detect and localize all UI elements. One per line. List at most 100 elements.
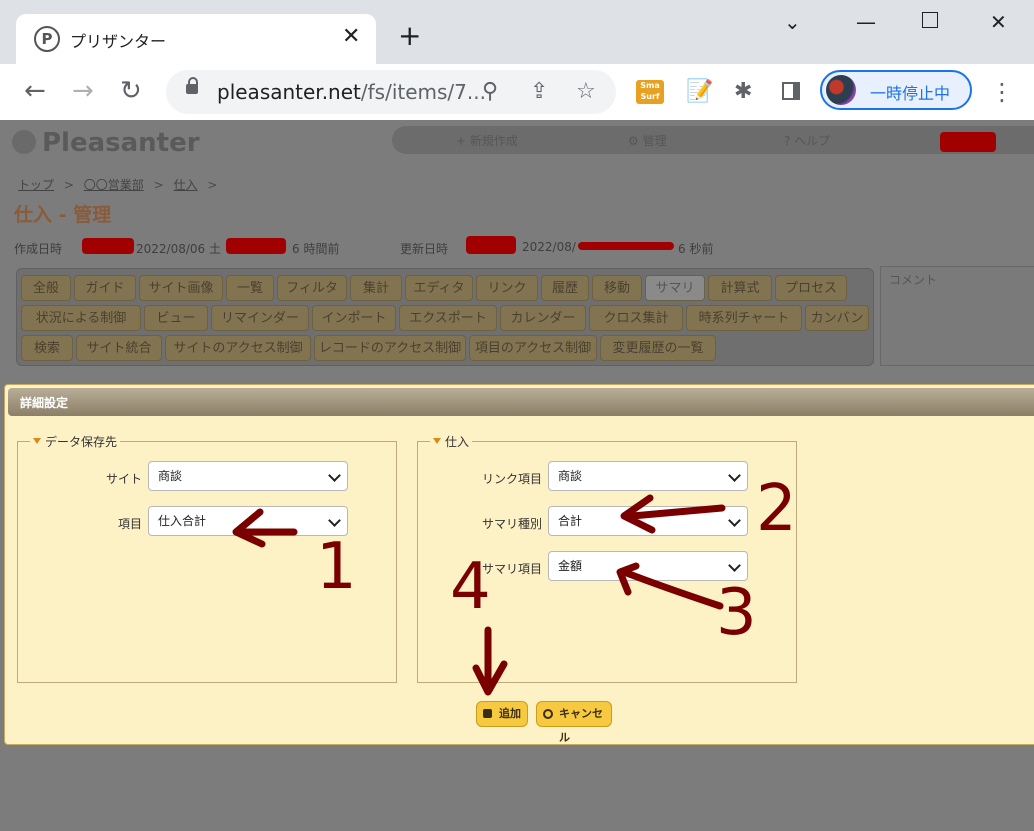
profile-status: 一時停止中 bbox=[870, 84, 951, 103]
dialog-title: 詳細設定 bbox=[20, 396, 69, 410]
forward-icon[interactable]: → bbox=[72, 76, 94, 106]
site-label: サイト bbox=[105, 472, 142, 486]
summary-type-select[interactable]: 合計 bbox=[548, 506, 748, 536]
tab-tabs_row2-8[interactable]: カンバン bbox=[805, 305, 869, 331]
window-close-icon[interactable]: ✕ bbox=[990, 10, 1007, 34]
redacted-time bbox=[226, 238, 286, 254]
cancel-icon bbox=[543, 709, 553, 719]
tab-tabs_row1-8[interactable]: 履歴 bbox=[541, 275, 589, 301]
save-icon bbox=[483, 709, 492, 718]
detail-settings-dialog: 詳細設定 データ保存先 サイト 商談 項目 仕入合計 仕入 リンク項目 商談 サ… bbox=[4, 384, 1034, 745]
redacted-creator bbox=[82, 238, 134, 254]
tab-tabs_row1-7[interactable]: リンク bbox=[476, 275, 538, 301]
summary-item-select[interactable]: 金額 bbox=[548, 551, 748, 581]
tab-tabs_row3-5[interactable]: 変更履歴の一覧 bbox=[600, 335, 716, 361]
updated-date: 2022/08/ bbox=[522, 240, 576, 254]
updated-ago: 6 秒前 bbox=[678, 242, 714, 256]
cancel-button[interactable]: キャンセル bbox=[536, 701, 612, 744]
back-icon[interactable]: ← bbox=[24, 76, 46, 106]
collapse-triangle-icon bbox=[433, 438, 441, 444]
tab-tabs_row1-0[interactable]: 全般 bbox=[21, 275, 71, 301]
bookmark-star-icon[interactable]: ☆ bbox=[576, 80, 596, 104]
tab-tabs_row1-9[interactable]: 移動 bbox=[592, 275, 642, 301]
chevron-down-icon bbox=[328, 469, 341, 482]
tab-tabs_row1-5[interactable]: 集計 bbox=[350, 275, 402, 301]
data-destination-legend[interactable]: データ保存先 bbox=[30, 433, 121, 450]
lock-icon[interactable] bbox=[186, 77, 198, 94]
tab-tabs_row1-3[interactable]: 一覧 bbox=[226, 275, 274, 301]
tab-close-icon[interactable]: ✕ bbox=[342, 24, 360, 49]
tab-tabs_row2-3[interactable]: インポート bbox=[312, 305, 396, 331]
tab-tabs_row2-2[interactable]: リマインダー bbox=[211, 305, 309, 331]
breadcrumb-top[interactable]: トップ bbox=[18, 178, 54, 192]
tab-tabs_row1-12[interactable]: プロセス bbox=[775, 275, 847, 301]
top-nav: + 新規作成 ⚙ 管理 ? ヘルプ bbox=[392, 126, 1034, 154]
redacted-update-time bbox=[578, 242, 674, 250]
collapse-triangle-icon bbox=[33, 438, 41, 444]
tab-tabs_row1-6[interactable]: エディタ bbox=[405, 275, 473, 301]
tab-tabs_row2-7[interactable]: 時系列チャート bbox=[686, 305, 802, 331]
browser-tab-strip: P プリザンター ✕ + ⌄ — ✕ bbox=[0, 0, 1034, 64]
site-select[interactable]: 商談 bbox=[148, 461, 348, 491]
breadcrumb-purchase[interactable]: 仕入 bbox=[173, 178, 197, 192]
zoom-icon[interactable]: ⚲ bbox=[482, 80, 498, 104]
menu-kebab-icon[interactable]: ⋮ bbox=[990, 78, 1014, 106]
extensions-puzzle-icon[interactable]: ✱ bbox=[734, 80, 752, 104]
address-bar[interactable]: pleasanter.net/fs/items/7... ⚲ ⇪ ☆ bbox=[166, 70, 616, 114]
created-date: 2022/08/06 土 bbox=[136, 242, 221, 256]
comment-box[interactable]: コメント bbox=[880, 266, 1034, 366]
url-text[interactable]: pleasanter.net/fs/items/7... bbox=[217, 80, 486, 104]
tab-tabs_row3-0[interactable]: 検索 bbox=[21, 335, 73, 361]
smasurf-extension-icon[interactable]: Sma Surf bbox=[636, 80, 664, 104]
side-panel-icon[interactable] bbox=[782, 82, 800, 100]
item-label: 項目 bbox=[117, 517, 142, 531]
chevron-down-icon bbox=[728, 514, 741, 527]
nav-help[interactable]: ? ヘルプ bbox=[784, 132, 830, 149]
new-tab-icon[interactable]: + bbox=[398, 22, 421, 50]
item-select[interactable]: 仕入合計 bbox=[148, 506, 348, 536]
tab-tabs_row2-0[interactable]: 状況による制御 bbox=[21, 305, 141, 331]
summary-type-label: サマリ種別 bbox=[481, 517, 542, 531]
tab-tabs_row2-1[interactable]: ビュー bbox=[144, 305, 208, 331]
nav-manage[interactable]: ⚙ 管理 bbox=[628, 132, 667, 149]
tab-tabs_row3-4[interactable]: 項目のアクセス制御 bbox=[469, 335, 597, 361]
link-item-label: リンク項目 bbox=[481, 472, 542, 486]
tab-tabs_row1-11[interactable]: 計算式 bbox=[708, 275, 772, 301]
tab-tabs_row2-4[interactable]: エクスポート bbox=[399, 305, 497, 331]
dialog-header[interactable]: 詳細設定 bbox=[8, 388, 1034, 416]
updated-label: 更新日時 bbox=[400, 242, 449, 256]
tab-tabs_row2-6[interactable]: クロス集計 bbox=[589, 305, 683, 331]
notes-extension-icon[interactable]: 📝 bbox=[686, 80, 713, 104]
tab-tabs_row1-1[interactable]: ガイド bbox=[74, 275, 136, 301]
tab-search-icon[interactable]: ⌄ bbox=[784, 10, 801, 34]
purchase-group: 仕入 リンク項目 商談 サマリ種別 合計 サマリ項目 金額 bbox=[417, 433, 797, 683]
breadcrumb: トップ > 〇〇営業部 > 仕入 > bbox=[18, 178, 218, 192]
reload-icon[interactable]: ↻ bbox=[120, 76, 142, 106]
created-label: 作成日時 bbox=[14, 242, 63, 256]
redacted-updater bbox=[466, 236, 516, 254]
add-button[interactable]: 追加 bbox=[476, 701, 528, 727]
nav-new[interactable]: + 新規作成 bbox=[456, 132, 518, 149]
tab-tabs_row1-10[interactable]: サマリ bbox=[645, 275, 705, 301]
profile-button[interactable]: 一時停止中 bbox=[820, 70, 972, 110]
browser-tab[interactable]: P プリザンター ✕ bbox=[16, 14, 376, 64]
minimize-icon[interactable]: — bbox=[856, 10, 876, 34]
created-ago: 6 時間前 bbox=[292, 242, 340, 256]
redacted-user bbox=[940, 132, 996, 152]
chevron-down-icon bbox=[728, 469, 741, 482]
tab-tabs_row2-5[interactable]: カレンダー bbox=[500, 305, 586, 331]
maximize-icon[interactable] bbox=[922, 12, 938, 28]
summary-item-label: サマリ項目 bbox=[481, 562, 542, 576]
tab-tabs_row1-4[interactable]: フィルタ bbox=[277, 275, 347, 301]
tab-tabs_row3-2[interactable]: サイトのアクセス制御 bbox=[165, 335, 311, 361]
data-destination-group: データ保存先 サイト 商談 項目 仕入合計 bbox=[17, 433, 397, 683]
tab-tabs_row3-1[interactable]: サイト統合 bbox=[76, 335, 162, 361]
tab-tabs_row3-3[interactable]: レコードのアクセス制御 bbox=[314, 335, 466, 361]
breadcrumb-dept[interactable]: 〇〇営業部 bbox=[84, 178, 144, 192]
avatar bbox=[826, 75, 856, 105]
purchase-legend[interactable]: 仕入 bbox=[430, 433, 473, 450]
tab-tabs_row1-2[interactable]: サイト画像 bbox=[139, 275, 223, 301]
settings-tabs: 全般 ガイド サイト画像 一覧 フィルタ 集計 エディタ リンク 履歴 移動 サマリ 計算式 プロセス状… bbox=[16, 268, 874, 366]
link-item-select[interactable]: 商談 bbox=[548, 461, 748, 491]
share-icon[interactable]: ⇪ bbox=[530, 80, 548, 104]
